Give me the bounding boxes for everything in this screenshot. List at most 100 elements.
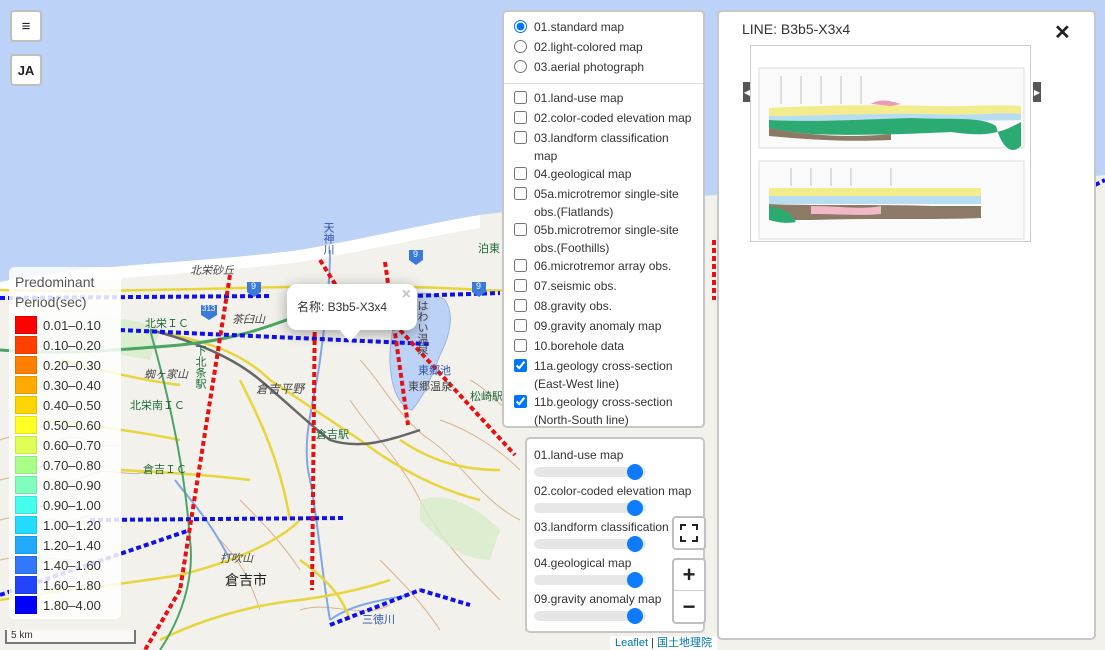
popup-close-button[interactable]: × [402, 286, 411, 304]
legend-label: 0.90–1.00 [43, 497, 101, 513]
panel-close-button[interactable]: ✕ [1054, 20, 1071, 45]
overlay-layer-checkbox[interactable] [514, 299, 527, 312]
opacity-slider-item: 02.color-coded elevation map [534, 483, 697, 519]
legend-item: 0.50–0.60 [15, 415, 115, 435]
label-hachigamine: 蜘ヶ家山 [144, 369, 188, 381]
overlay-layer-option[interactable]: 10.borehole data [514, 337, 695, 357]
overlay-layer-option[interactable]: 03.landform classification map [514, 129, 695, 165]
legend-swatch [15, 576, 37, 594]
opacity-slider-thumb[interactable] [626, 500, 643, 516]
popup-text: 名称: B3b5-X3x4 [297, 300, 388, 314]
overlay-layer-checkbox[interactable] [514, 167, 527, 180]
overlay-layer-label: 11a.geology cross-section (East-West lin… [534, 359, 673, 391]
opacity-slider[interactable] [534, 464, 646, 480]
overlay-layer-label: 11b.geology cross-section (North-South l… [534, 395, 673, 427]
overlay-layer-option[interactable]: 09.gravity anomaly map [514, 317, 695, 337]
base-layer-option[interactable]: 01.standard map [514, 18, 695, 38]
legend-label: 1.80–4.00 [43, 597, 101, 613]
overlay-layer-checkbox[interactable] [514, 259, 527, 272]
legend-swatch [15, 496, 37, 514]
overlay-layer-checkbox[interactable] [514, 359, 527, 372]
overlay-layer-list: 01.land-use map 02.color-coded elevation … [514, 89, 695, 429]
legend-swatch [15, 536, 37, 554]
opacity-slider-label: 01.land-use map [534, 448, 624, 462]
legend-swatch [15, 316, 37, 334]
legend-item: 0.70–0.80 [15, 455, 115, 475]
overlay-layer-option[interactable]: 01.land-use map [514, 89, 695, 109]
base-layer-option[interactable]: 03.aerial photograph [514, 58, 695, 78]
attribution: Leaflet | 国土地理院 [610, 636, 718, 650]
opacity-slider-thumb[interactable] [626, 536, 643, 552]
overlay-layer-option[interactable]: 05b.microtremor single-site obs.(Foothil… [514, 221, 695, 257]
base-layer-radio[interactable] [514, 40, 527, 53]
overlay-layer-label: 04.geological map [534, 167, 632, 181]
language-button[interactable]: JA [10, 54, 42, 86]
overlay-layer-checkbox[interactable] [514, 279, 527, 292]
overlay-layer-option[interactable]: 04.geological map [514, 165, 695, 185]
legend-label: 0.70–0.80 [43, 457, 101, 473]
zoom-in-button[interactable]: + [674, 560, 704, 591]
legend-label: 1.60–1.80 [43, 577, 101, 593]
label-hokuei-sakyu: 北栄砂丘 [190, 265, 234, 277]
feature-popup: 名称: B3b5-X3x4 × [287, 284, 417, 342]
overlay-layer-option[interactable]: 05a.microtremor single-site obs.(Flatlan… [514, 185, 695, 221]
opacity-slider[interactable] [534, 572, 646, 588]
legend-item: 0.90–1.00 [15, 495, 115, 515]
route-shield-9-b: 9 [413, 249, 419, 259]
overlay-layer-option[interactable]: 02.color-coded elevation map [514, 109, 695, 129]
opacity-slider-thumb[interactable] [626, 608, 643, 624]
opacity-slider-item: 01.land-use map [534, 447, 697, 483]
legend-swatch [15, 396, 37, 414]
legend-item: 1.80–4.00 [15, 595, 115, 615]
overlay-layer-option[interactable]: 11b.geology cross-section (North-South l… [514, 393, 695, 429]
overlay-layer-option[interactable]: 06.microtremor array obs. [514, 257, 695, 277]
legend-swatch [15, 356, 37, 374]
legend-swatch [15, 556, 37, 574]
leaflet-link[interactable]: Leaflet [615, 637, 648, 649]
overlay-layer-option[interactable]: 11a.geology cross-section (East-West lin… [514, 357, 695, 393]
base-layer-label: 03.aerial photograph [534, 60, 645, 74]
overlay-layer-checkbox[interactable] [514, 111, 527, 124]
legend-swatch [15, 376, 37, 394]
overlay-layer-checkbox[interactable] [514, 131, 527, 144]
legend-label: 1.20–1.40 [43, 537, 101, 553]
fullscreen-button[interactable] [672, 516, 706, 550]
overlay-layer-checkbox[interactable] [514, 395, 527, 408]
overlay-layer-checkbox[interactable] [514, 91, 527, 104]
attribution-separator: | [648, 637, 658, 649]
label-kurayoshi-ic: 倉吉ＩＣ [143, 464, 187, 476]
menu-icon: ≡ [21, 17, 31, 35]
legend-label: 0.60–0.70 [43, 437, 101, 453]
overlay-layer-option[interactable]: 08.gravity obs. [514, 297, 695, 317]
legend-item: 1.20–1.40 [15, 535, 115, 555]
opacity-slider[interactable] [534, 608, 646, 624]
legend-items: 0.01–0.10 0.10–0.20 0.20–0.30 0.30–0.40 0.40… [15, 315, 115, 615]
period-legend: Predominant Period(sec) 0.01–0.10 0.10–0.… [9, 267, 121, 619]
label-hokuei-minami-ic: 北栄南ＩＣ [130, 400, 185, 412]
legend-item: 1.00–1.20 [15, 515, 115, 535]
gsi-link[interactable]: 国土地理院 [657, 637, 712, 649]
base-layer-radio[interactable] [514, 60, 527, 73]
legend-swatch [15, 336, 37, 354]
opacity-slider[interactable] [534, 500, 646, 516]
overlay-layer-option[interactable]: 07.seismic obs. [514, 277, 695, 297]
overlay-layer-checkbox[interactable] [514, 319, 527, 332]
opacity-slider[interactable] [534, 536, 646, 552]
legend-item: 0.40–0.50 [15, 395, 115, 415]
base-layer-radio[interactable] [514, 20, 527, 33]
overlay-layer-checkbox[interactable] [514, 339, 527, 352]
opacity-slider-thumb[interactable] [626, 572, 643, 588]
panel-right-handle[interactable]: ▶ [1033, 82, 1041, 102]
base-layer-option[interactable]: 02.light-colored map [514, 38, 695, 58]
overlay-layer-checkbox[interactable] [514, 187, 527, 200]
label-togoike: 東郷池 [418, 365, 451, 377]
legend-swatch [15, 596, 37, 614]
legend-item: 0.20–0.30 [15, 355, 115, 375]
overlay-layer-label: 03.landform classification map [534, 131, 669, 163]
opacity-slider-thumb[interactable] [626, 464, 643, 480]
zoom-out-button[interactable]: − [674, 591, 704, 622]
fullscreen-icon [680, 524, 698, 542]
legend-item: 0.10–0.20 [15, 335, 115, 355]
overlay-layer-checkbox[interactable] [514, 223, 527, 236]
menu-button[interactable]: ≡ [10, 10, 42, 42]
